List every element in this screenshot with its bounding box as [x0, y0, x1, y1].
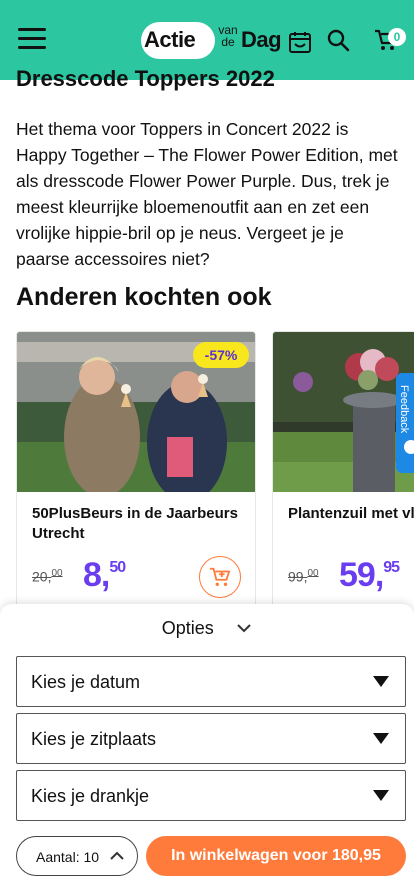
product-name[interactable]: 50PlusBeurs in de Jaarbeurs Utrecht	[32, 504, 242, 544]
chevron-down-icon[interactable]	[236, 620, 252, 638]
logo-text-actie: Actie	[144, 27, 196, 52]
search-icon[interactable]	[326, 28, 350, 57]
old-price-cents: 00	[51, 568, 63, 579]
product-image	[273, 332, 414, 492]
add-to-cart-button[interactable]	[199, 556, 241, 598]
cart-count-badge: 0	[388, 28, 406, 46]
drink-select-label: Kies je drankje	[31, 786, 150, 806]
options-title: Opties	[161, 618, 214, 638]
product-name[interactable]: Plantenzuil met vl licht	[288, 504, 414, 524]
product-card[interactable]: Plantenzuil met vl licht 99,00 59,95	[272, 331, 414, 621]
date-select-label: Kies je datum	[31, 672, 141, 692]
dropdown-arrow-icon	[373, 733, 389, 744]
site-logo[interactable]: Actie van de Dag	[141, 21, 288, 59]
options-sheet: Opties Kies je datum Kies je zitplaats K…	[0, 604, 414, 896]
add-cart-icon	[209, 567, 231, 586]
product-image: -57%	[17, 332, 255, 492]
dropdown-arrow-icon	[373, 790, 389, 801]
new-price: 8,50	[83, 556, 126, 595]
add-to-cart-cta-button[interactable]: In winkelwagen voor 180,95	[146, 836, 406, 876]
options-sheet-header[interactable]: Opties	[0, 618, 414, 644]
new-price-cents: 50	[109, 558, 126, 576]
related-products-title: Anderen kochten ook	[16, 283, 272, 311]
old-price: 99,00	[288, 568, 319, 585]
menu-icon[interactable]	[18, 28, 46, 50]
quantity-label: Aantal: 10	[36, 849, 100, 865]
quantity-selector[interactable]: Aantal: 10	[16, 836, 138, 876]
new-price-int: 8,	[83, 556, 110, 594]
article-heading: Dresscode Toppers 2022	[16, 66, 275, 91]
product-card[interactable]: -57% 50PlusBeurs in de Jaarbeurs Utrecht…	[16, 331, 256, 621]
dropdown-arrow-icon	[373, 676, 389, 687]
old-price-int: 99,	[288, 568, 308, 585]
old-price: 20,00	[32, 568, 63, 585]
feedback-toggle-icon	[404, 440, 414, 454]
new-price-cents: 95	[383, 558, 400, 576]
date-select[interactable]: Kies je datum	[16, 656, 406, 707]
logo-text-vande: van de	[218, 23, 238, 49]
article-paragraph: Het thema voor Toppers in Concert 2022 i…	[16, 119, 398, 269]
drink-select[interactable]: Kies je drankje	[16, 770, 406, 821]
new-price-int: 59,	[339, 556, 384, 594]
calendar-icon[interactable]	[288, 30, 312, 59]
feedback-tab[interactable]: Feedback	[396, 373, 414, 473]
seat-select[interactable]: Kies je zitplaats	[16, 713, 406, 764]
new-price: 59,95	[339, 556, 400, 595]
old-price-cents: 00	[307, 568, 319, 579]
old-price-int: 20,	[32, 568, 52, 585]
chevron-up-icon	[109, 849, 125, 867]
seat-select-label: Kies je zitplaats	[31, 729, 157, 749]
feedback-label: Feedback	[398, 385, 410, 434]
logo-text-dag: Dag	[241, 27, 282, 52]
related-products-carousel[interactable]: -57% 50PlusBeurs in de Jaarbeurs Utrecht…	[16, 331, 414, 621]
discount-badge: -57%	[193, 342, 249, 368]
